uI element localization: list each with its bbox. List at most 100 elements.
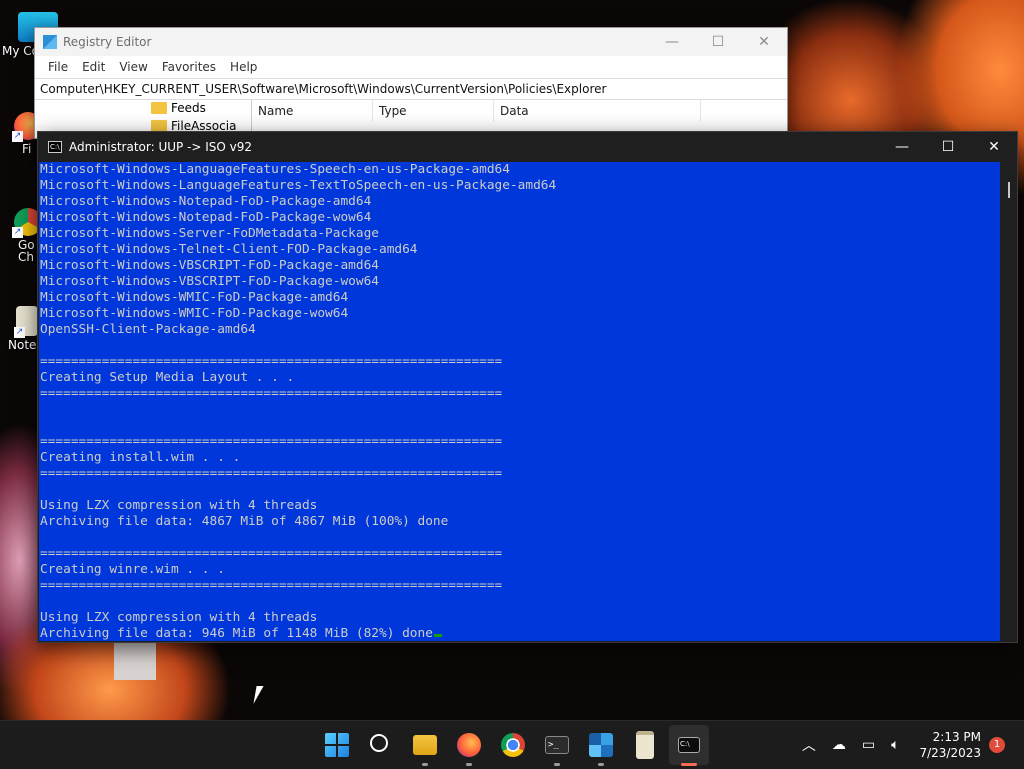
column-type[interactable]: Type — [373, 100, 494, 122]
notepad-icon — [636, 731, 654, 759]
chrome-icon — [501, 733, 525, 757]
console-line: Microsoft-Windows-LanguageFeatures-TextT… — [40, 178, 557, 193]
window-title: Registry Editor — [63, 35, 152, 49]
desktop-icon-notepad[interactable]: ↗ Note — [0, 306, 38, 352]
taskbar-apps: >_ C:\ — [315, 721, 711, 769]
clock-time: 2:13 PM — [932, 730, 981, 744]
desktop-icon-label: My Co — [2, 44, 38, 58]
running-indicator — [554, 763, 560, 766]
window-controls: — ☐ ✕ — [649, 34, 787, 50]
wallpaper-window-fragment — [114, 640, 156, 680]
console-line: Microsoft-Windows-LanguageFeatures-Speec… — [40, 162, 510, 177]
menu-edit[interactable]: Edit — [75, 60, 112, 74]
clock[interactable]: 2:13 PM 7/23/2023 — [919, 729, 981, 761]
console-window[interactable]: C:\ Administrator: UUP -> ISO v92 — ☐ ✕ … — [37, 131, 1018, 643]
registry-editor-window[interactable]: Registry Editor — ☐ ✕ File Edit View Fav… — [34, 27, 788, 140]
console-line: Microsoft-Windows-VBSCRIPT-FoD-Package-w… — [40, 274, 379, 289]
desktop-icon-chrome[interactable]: ↗ Go Ch — [0, 208, 42, 264]
console-scrollbar[interactable] — [1001, 162, 1017, 641]
desktop-icon-firefox[interactable]: ↗ Fi — [0, 112, 42, 156]
console-line: Creating winre.wim . . . — [40, 562, 225, 577]
menu-favorites[interactable]: Favorites — [155, 60, 223, 74]
address-bar[interactable]: Computer\HKEY_CURRENT_USER\Software\Micr… — [35, 78, 787, 100]
menu-bar: File Edit View Favorites Help — [35, 56, 787, 78]
running-indicator — [466, 763, 472, 766]
console-line: Archiving file data: 4867 MiB of 4867 Mi… — [40, 514, 449, 529]
system-tray: ︿ ☁ ▭ 🔈︎ 2:13 PM 7/23/2023 1 — [794, 721, 1024, 769]
console-line: Microsoft-Windows-WMIC-FoD-Package-wow64 — [40, 306, 349, 321]
desktop-icon-label: Fi — [22, 142, 32, 156]
console-titlebar[interactable]: C:\ Administrator: UUP -> ISO v92 — ☐ ✕ — [38, 132, 1017, 161]
registry-editor-titlebar[interactable]: Registry Editor — ☐ ✕ — [35, 28, 787, 56]
console-line: Creating install.wim . . . — [40, 450, 241, 465]
desktop-icon-my-computer[interactable]: My Co — [0, 12, 58, 58]
console-line: ========================================… — [40, 386, 503, 401]
console-line: ========================================… — [40, 466, 503, 481]
chevron-up-icon[interactable]: ︿ — [802, 735, 816, 755]
taskbar-terminal[interactable]: >_ — [535, 721, 579, 769]
taskbar: >_ C:\ ︿ ☁ ▭ 🔈︎ 2:13 PM 7/23/2023 1 — [0, 720, 1024, 769]
taskbar-notepad[interactable] — [623, 721, 667, 769]
folder-icon — [151, 102, 167, 114]
window-controls: — ☐ ✕ — [879, 139, 1017, 155]
mouse-cursor-icon — [253, 686, 264, 704]
console-text: Microsoft-Windows-LanguageFeatures-Speec… — [39, 162, 1000, 641]
registry-icon — [43, 35, 57, 49]
close-button[interactable]: ✕ — [741, 34, 787, 50]
close-button[interactable]: ✕ — [971, 139, 1017, 155]
text-cursor — [433, 634, 442, 637]
console-output[interactable]: Microsoft-Windows-LanguageFeatures-Speec… — [39, 162, 1000, 641]
console-line: ========================================… — [40, 434, 503, 449]
notification-badge[interactable]: 1 — [989, 737, 1005, 753]
menu-help[interactable]: Help — [223, 60, 264, 74]
column-name[interactable]: Name — [252, 100, 373, 122]
console-line: Microsoft-Windows-VBSCRIPT-FoD-Package-a… — [40, 258, 379, 273]
shortcut-arrow-icon: ↗ — [12, 131, 23, 142]
terminal-icon: >_ — [545, 736, 569, 754]
folder-icon — [413, 735, 437, 755]
volume-icon[interactable]: 🔈︎ — [891, 737, 899, 753]
firefox-icon — [457, 733, 481, 757]
console-line: Microsoft-Windows-WMIC-FoD-Package-amd64 — [40, 290, 349, 305]
console-line: Using LZX compression with 4 threads — [40, 498, 318, 513]
menu-file[interactable]: File — [41, 60, 75, 74]
shortcut-arrow-icon: ↗ — [12, 227, 23, 238]
desktop-icon-label: Ch — [18, 250, 34, 264]
taskbar-start-button[interactable] — [315, 721, 359, 769]
cmd-icon: C:\ — [678, 737, 700, 753]
running-indicator — [681, 763, 697, 766]
windows-start-icon — [325, 733, 349, 757]
desktop-icon-label: Note — [8, 338, 37, 352]
console-line: Using LZX compression with 4 threads — [40, 610, 318, 625]
console-line: Microsoft-Windows-Notepad-FoD-Package-am… — [40, 194, 372, 209]
taskbar-search-button[interactable] — [359, 721, 403, 769]
taskbar-command-prompt[interactable]: C:\ — [667, 721, 711, 769]
taskbar-firefox[interactable] — [447, 721, 491, 769]
notepad-icon: ↗ — [14, 306, 38, 338]
maximize-button[interactable]: ☐ — [925, 139, 971, 155]
search-icon — [370, 734, 388, 752]
console-line: Microsoft-Windows-Server-FoDMetadata-Pac… — [40, 226, 379, 241]
minimize-button[interactable]: — — [879, 139, 925, 155]
taskbar-registry-editor[interactable] — [579, 721, 623, 769]
console-line: ========================================… — [40, 546, 503, 561]
tree-item-label: Feeds — [171, 101, 206, 115]
scrollbar-thumb[interactable] — [1008, 182, 1010, 198]
column-data[interactable]: Data — [494, 100, 701, 122]
minimize-button[interactable]: — — [649, 34, 695, 50]
maximize-button[interactable]: ☐ — [695, 34, 741, 50]
network-icon[interactable]: ▭ — [862, 737, 875, 753]
taskbar-file-explorer[interactable] — [403, 721, 447, 769]
tree-item-feeds[interactable]: Feeds — [151, 101, 206, 115]
menu-view[interactable]: View — [112, 60, 154, 74]
taskbar-chrome[interactable] — [491, 721, 535, 769]
registry-icon — [589, 733, 613, 757]
console-line: ========================================… — [40, 354, 503, 369]
cmd-icon: C:\ — [48, 140, 62, 153]
onedrive-offline-icon[interactable]: ☁ — [832, 737, 846, 753]
console-line: ========================================… — [40, 578, 503, 593]
